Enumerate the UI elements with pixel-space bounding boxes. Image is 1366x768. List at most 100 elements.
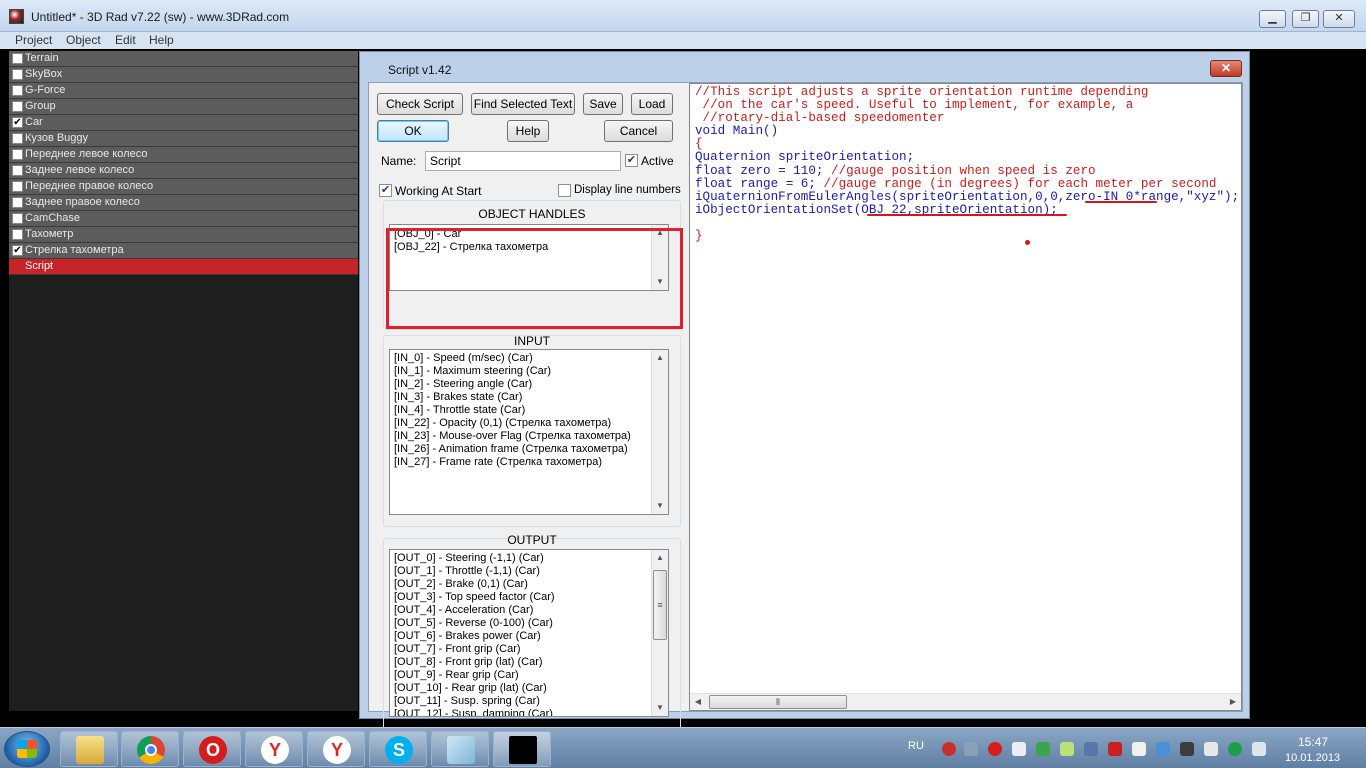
list-item[interactable]: [IN_3] - Brakes state (Car)	[390, 391, 668, 404]
list-item[interactable]: [IN_23] - Mouse-over Flag (Стрелка тахом…	[390, 430, 668, 443]
list-item[interactable]: [OUT_7] - Front grip (Car)	[390, 643, 668, 656]
input-scrollbar[interactable]: ▲ ▼	[651, 350, 668, 514]
ati-icon[interactable]	[1108, 742, 1122, 756]
object-visible-checkbox[interactable]: ✔	[12, 117, 23, 128]
language-indicator[interactable]: RU	[908, 740, 924, 752]
record-icon[interactable]	[942, 742, 956, 756]
list-item[interactable]: [OUT_1] - Throttle (-1,1) (Car)	[390, 565, 668, 578]
wifi-icon[interactable]	[1156, 742, 1170, 756]
usb-icon[interactable]	[1180, 742, 1194, 756]
check-script-button[interactable]: Check Script	[377, 93, 463, 115]
volume-icon[interactable]	[1012, 742, 1026, 756]
object-visible-checkbox[interactable]: ✔	[12, 245, 23, 256]
object-visible-checkbox[interactable]	[12, 213, 23, 224]
chat-icon[interactable]	[1060, 742, 1074, 756]
code-editor[interactable]: //This script adjusts a sprite orientati…	[689, 83, 1242, 711]
object-list-item[interactable]: ✔ Стрелка тахометра	[9, 243, 358, 259]
taskbar-chrome[interactable]	[121, 731, 179, 767]
list-item[interactable]: [IN_26] - Animation frame (Стрелка тахом…	[390, 443, 668, 456]
scroll-up-icon[interactable]: ▲	[652, 550, 668, 566]
list-item[interactable]: [OUT_2] - Brake (0,1) (Car)	[390, 578, 668, 591]
object-list-item[interactable]: Переднее левое колесо	[9, 147, 358, 163]
clock-time[interactable]: 15:47	[1298, 735, 1328, 749]
display-line-numbers-checkbox[interactable]	[558, 184, 571, 197]
name-field[interactable]	[425, 151, 621, 171]
list-item[interactable]: [OUT_6] - Brakes power (Car)	[390, 630, 668, 643]
list-item[interactable]: [OUT_3] - Top speed factor (Car)	[390, 591, 668, 604]
menu-edit[interactable]: Edit	[115, 33, 136, 47]
taskbar-3d-rad[interactable]	[493, 731, 551, 767]
object-visible-checkbox[interactable]	[12, 53, 23, 64]
object-list-item[interactable]: Кузов Buggy	[9, 131, 358, 147]
list-item[interactable]: [OUT_5] - Reverse (0-100) (Car)	[390, 617, 668, 630]
object-list-item[interactable]: Заднее левое колесо	[9, 163, 358, 179]
object-list-item[interactable]: Script	[9, 259, 358, 275]
find-selected-text-button[interactable]: Find Selected Text	[471, 93, 575, 115]
list-item[interactable]: [OUT_11] - Susp. spring (Car)	[390, 695, 668, 708]
object-visible-checkbox[interactable]	[12, 149, 23, 160]
output-scrollbar[interactable]: ▲ ≡ ▼	[651, 550, 668, 716]
menu-object[interactable]: Object	[66, 33, 101, 47]
object-list-item[interactable]: Terrain	[9, 51, 358, 67]
object-visible-checkbox[interactable]	[12, 229, 23, 240]
list-item[interactable]: [IN_0] - Speed (m/sec) (Car)	[390, 352, 668, 365]
3d-viewport[interactable]	[1250, 51, 1357, 711]
list-item[interactable]: [OUT_0] - Steering (-1,1) (Car)	[390, 552, 668, 565]
minimize-button[interactable]: ▁	[1259, 10, 1286, 28]
taskbar-yandex-browser[interactable]: Y	[245, 731, 303, 767]
output-list[interactable]: [OUT_0] - Steering (-1,1) (Car) [OUT_1] -…	[389, 549, 669, 717]
save-button[interactable]: Save	[583, 93, 623, 115]
antivirus-icon[interactable]	[1228, 742, 1242, 756]
object-list-item[interactable]: G-Force	[9, 83, 358, 99]
ok-button[interactable]: OK	[377, 120, 449, 142]
scroll-right-icon[interactable]: ▶	[1225, 694, 1241, 710]
object-list-item[interactable]: Тахометр	[9, 227, 358, 243]
show-hidden-icon[interactable]	[1252, 742, 1266, 756]
list-item[interactable]: [OUT_8] - Front grip (lat) (Car)	[390, 656, 668, 669]
network-icon[interactable]	[964, 742, 978, 756]
object-visible-checkbox[interactable]	[12, 133, 23, 144]
object-visible-checkbox[interactable]	[12, 165, 23, 176]
list-item[interactable]: [IN_1] - Maximum steering (Car)	[390, 365, 668, 378]
list-item[interactable]: [OUT_9] - Rear grip (Car)	[390, 669, 668, 682]
menu-help[interactable]: Help	[149, 33, 174, 47]
object-visible-checkbox[interactable]	[12, 197, 23, 208]
maximize-button[interactable]: ❐	[1292, 10, 1319, 28]
start-button[interactable]	[4, 731, 50, 767]
scroll-thumb[interactable]: ⦀	[709, 695, 847, 709]
object-list-item[interactable]: Переднее правое колесо	[9, 179, 358, 195]
object-list-item[interactable]: CamChase	[9, 211, 358, 227]
cancel-button[interactable]: Cancel	[604, 120, 673, 142]
signal-icon[interactable]	[1204, 742, 1218, 756]
close-window-button[interactable]: ✕	[1323, 10, 1355, 28]
code-horizontal-scrollbar[interactable]: ◀ ⦀ ▶	[690, 693, 1241, 710]
menu-project[interactable]: Project	[15, 33, 52, 47]
active-checkbox[interactable]: ✔	[625, 154, 638, 167]
object-list-item[interactable]: Group	[9, 99, 358, 115]
list-item[interactable]: [IN_22] - Opacity (0,1) (Стрелка тахомет…	[390, 417, 668, 430]
object-list-item[interactable]: SkyBox	[9, 67, 358, 83]
load-button[interactable]: Load	[631, 93, 673, 115]
update-icon[interactable]	[1036, 742, 1050, 756]
taskbar-yandex[interactable]: Y	[307, 731, 365, 767]
object-visible-checkbox[interactable]	[12, 181, 23, 192]
display-icon[interactable]	[1084, 742, 1098, 756]
scroll-up-icon[interactable]: ▲	[652, 350, 668, 366]
taskbar-file-explorer[interactable]	[60, 731, 118, 767]
working-at-start-checkbox[interactable]: ✔	[379, 184, 392, 197]
object-visible-checkbox[interactable]	[12, 69, 23, 80]
object-list-item[interactable]: Заднее правое колесо	[9, 195, 358, 211]
dialog-close-button[interactable]: ✕	[1210, 60, 1242, 77]
object-visible-checkbox[interactable]	[12, 101, 23, 112]
scroll-down-icon[interactable]: ▼	[652, 700, 668, 716]
taskbar-skype[interactable]: S	[369, 731, 427, 767]
flag-icon[interactable]	[1132, 742, 1146, 756]
object-list-item[interactable]: ✔ Car	[9, 115, 358, 131]
list-item[interactable]: [OUT_10] - Rear grip (lat) (Car)	[390, 682, 668, 695]
object-visible-checkbox[interactable]	[12, 85, 23, 96]
scroll-left-icon[interactable]: ◀	[690, 694, 706, 710]
opera-tray-icon[interactable]	[988, 742, 1002, 756]
help-button[interactable]: Help	[507, 120, 549, 142]
scroll-thumb[interactable]: ≡	[653, 570, 667, 640]
list-item[interactable]: [IN_4] - Throttle state (Car)	[390, 404, 668, 417]
